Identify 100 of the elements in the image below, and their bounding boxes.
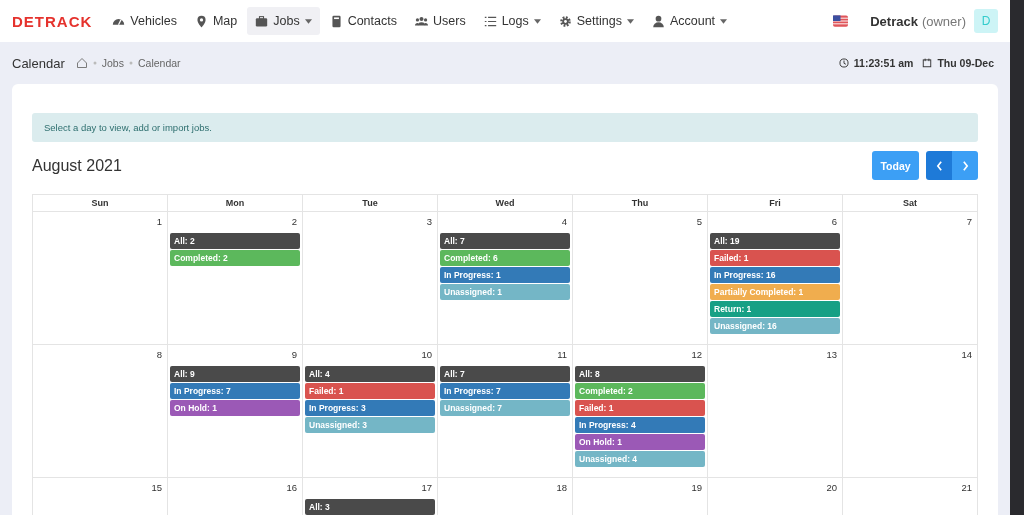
job-count-event[interactable]: All: 4	[305, 366, 435, 382]
day-number: 20	[825, 481, 838, 495]
job-count-event[interactable]: All: 7	[440, 366, 570, 382]
nav-item[interactable]: Map	[186, 7, 246, 35]
user-name[interactable]: Detrack	[870, 13, 918, 29]
breadcrumb-link[interactable]: Jobs	[101, 57, 124, 69]
day-cell[interactable]: 12 All: 8 Completed: 2 Failed: 1 In Progress: 4 On Hold: 1 Unassigned: 4	[573, 345, 708, 478]
day-number: 17	[420, 481, 433, 495]
map-pin-icon	[194, 14, 208, 28]
job-count-event[interactable]: Failed: 1	[575, 400, 705, 416]
weekday-header: Thu	[573, 195, 708, 212]
day-number: 18	[555, 481, 568, 495]
current-date: Thu 09-Dec	[937, 57, 994, 69]
day-number: 7	[965, 215, 973, 229]
day-cell[interactable]: 10 All: 4 Failed: 1 In Progress: 3 Unassigned: 3	[303, 345, 438, 478]
day-cell[interactable]: 2 All: 2 Completed: 2	[168, 212, 303, 345]
day-cell[interactable]: 7	[843, 212, 978, 345]
day-cell[interactable]: 3	[303, 212, 438, 345]
day-number: 19	[690, 481, 703, 495]
day-number: 12	[690, 348, 703, 362]
info-alert: Select a day to view, add or import jobs.	[32, 113, 978, 142]
day-number: 10	[420, 348, 433, 362]
job-count-event[interactable]: In Progress: 16	[710, 267, 840, 283]
day-cell[interactable]: 8	[33, 345, 168, 478]
day-cell[interactable]: 14	[843, 345, 978, 478]
day-number: 14	[960, 348, 973, 362]
calendar-icon	[922, 58, 933, 68]
nav-item[interactable]: Settings	[550, 7, 642, 35]
day-cell[interactable]: 15	[33, 478, 168, 515]
job-count-event[interactable]: On Hold: 1	[575, 434, 705, 450]
briefcase-icon	[255, 14, 269, 28]
current-time: 11:23:51 am	[853, 57, 914, 69]
weekday-header: Sat	[843, 195, 978, 212]
nav-item[interactable]: Users	[407, 7, 474, 35]
person-icon	[651, 14, 665, 28]
chevron-left-icon	[935, 160, 943, 171]
job-count-event[interactable]: Failed: 1	[710, 250, 840, 266]
day-cell[interactable]: 19	[573, 478, 708, 515]
nav-item[interactable]: Logs	[475, 7, 549, 35]
weekday-header: Fri	[708, 195, 843, 212]
users-icon	[415, 14, 428, 28]
home-icon[interactable]	[75, 57, 88, 69]
page-title: Calendar	[12, 55, 65, 71]
day-cell[interactable]: 20	[708, 478, 843, 515]
day-number: 2	[290, 215, 298, 229]
job-count-event[interactable]: In Progress: 1	[440, 267, 570, 283]
job-count-event[interactable]: On Hold: 1	[170, 400, 300, 416]
day-number: 6	[830, 215, 838, 229]
day-number: 1	[155, 215, 163, 229]
list-icon	[483, 14, 497, 28]
day-number: 15	[150, 481, 163, 495]
book-icon	[329, 14, 343, 28]
weekday-header: Tue	[303, 195, 438, 212]
day-cell[interactable]: 4 All: 7 Completed: 6 In Progress: 1 Unassigned: 1	[438, 212, 573, 345]
day-cell[interactable]: 9 All: 9 In Progress: 7 On Hold: 1	[168, 345, 303, 478]
day-cell[interactable]: 16	[168, 478, 303, 515]
us-flag-icon[interactable]	[833, 15, 849, 27]
job-count-event[interactable]: In Progress: 3	[305, 400, 435, 416]
day-cell[interactable]: 1	[33, 212, 168, 345]
settings-icon	[558, 14, 572, 28]
day-cell[interactable]: 6 All: 19 Failed: 1 In Progress: 16 Partially Completed: 1 Return: 1 Unassigned: 16	[708, 212, 843, 345]
job-count-event[interactable]: All: 7	[440, 233, 570, 249]
job-count-event[interactable]: All: 19	[710, 233, 840, 249]
nav-item[interactable]: Vehicles	[104, 7, 185, 35]
day-number: 3	[425, 215, 433, 229]
day-number: 5	[695, 215, 703, 229]
day-cell[interactable]: 5	[573, 212, 708, 345]
job-count-event[interactable]: In Progress: 4	[575, 417, 705, 433]
job-count-event[interactable]: Failed: 1	[305, 383, 435, 399]
day-number: 4	[560, 215, 568, 229]
weekday-header: Wed	[438, 195, 573, 212]
day-number: 16	[285, 481, 298, 495]
job-count-event[interactable]: In Progress: 7	[440, 383, 570, 399]
nav-item[interactable]: Contacts	[321, 7, 405, 35]
day-number: 9	[290, 348, 298, 362]
day-cell[interactable]: 17 All: 3	[303, 478, 438, 515]
nav-item[interactable]: Account	[643, 7, 736, 35]
month-title: August 2021	[32, 156, 122, 175]
day-cell[interactable]: 18	[438, 478, 573, 515]
day-cell[interactable]: 21	[843, 478, 978, 515]
day-cell[interactable]: 11 All: 7 In Progress: 7 Unassigned: 7	[438, 345, 573, 478]
previous-button[interactable]	[926, 151, 952, 180]
job-count-event[interactable]: All: 8	[575, 366, 705, 382]
day-cell[interactable]: 13	[708, 345, 843, 478]
nav-item[interactable]: Jobs	[247, 7, 320, 35]
day-number: 21	[960, 481, 973, 495]
job-count-event[interactable]: All: 9	[170, 366, 300, 382]
brand-logo[interactable]: DETRACK	[12, 12, 93, 30]
clock-icon	[838, 58, 849, 68]
day-number: 8	[155, 348, 163, 362]
job-count-event[interactable]: All: 3	[305, 499, 435, 515]
job-count-event[interactable]: In Progress: 7	[170, 383, 300, 399]
day-number: 13	[825, 348, 838, 362]
weekday-header: Sun	[33, 195, 168, 212]
job-count-event[interactable]: All: 2	[170, 233, 300, 249]
chevron-right-icon	[961, 160, 969, 171]
weekday-header: Mon	[168, 195, 303, 212]
day-number: 11	[556, 348, 568, 362]
breadcrumb-link[interactable]: Calendar	[137, 57, 181, 69]
next-button[interactable]	[952, 151, 978, 180]
